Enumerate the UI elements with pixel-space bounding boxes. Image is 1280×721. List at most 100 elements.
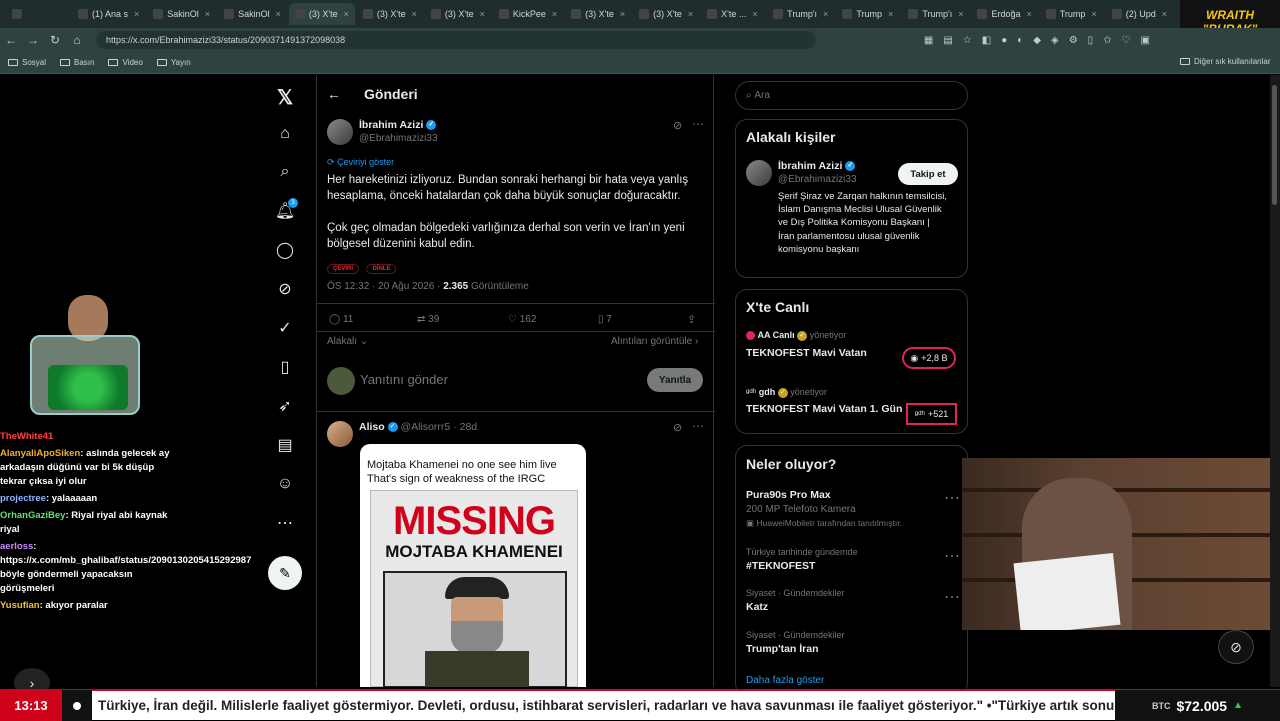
browser-tab[interactable]: Trump'ı × [902, 3, 969, 25]
show-more-link[interactable]: Daha fazla göster [746, 675, 824, 686]
translate-chip[interactable]: ÇEVİRİ [327, 264, 360, 274]
grok-icon[interactable]: ⊘ [673, 119, 682, 132]
browser-tab[interactable]: (3) X'te × [288, 3, 355, 25]
x-logo-icon[interactable]: 𝕏 [272, 84, 298, 110]
browser-tab[interactable]: Erdoğa × [971, 3, 1037, 25]
close-icon[interactable]: × [688, 9, 693, 19]
browser-tab[interactable]: Trump'ı × [767, 3, 834, 25]
follow-button[interactable]: Takip et [898, 163, 958, 185]
browser-tab[interactable]: (3) X'te × [425, 3, 491, 25]
trend-item[interactable]: Siyaset · Gündemdekiler Katz [746, 588, 845, 613]
live-listeners[interactable]: ◉ +2,8 B [902, 347, 956, 369]
scrollbar-thumb[interactable] [1272, 85, 1277, 205]
close-icon[interactable]: × [134, 9, 139, 19]
compose-button[interactable]: ✎ [268, 556, 302, 590]
home-icon[interactable]: ⌂ [272, 121, 298, 147]
live-host-row[interactable]: AA Canlı ✓ yönetiyor [746, 330, 846, 341]
translate-link[interactable]: ⟳ Çeviriyi göster [327, 157, 394, 168]
share-icon[interactable]: ⇪ [687, 313, 696, 326]
reply-input[interactable]: Yanıtını gönder [360, 372, 448, 387]
url-field[interactable]: https://x.com/Ebrahimazizi33/status/2090… [96, 31, 816, 49]
favorites-icon[interactable]: ✩ [1103, 35, 1111, 46]
chat-username[interactable]: aerloss [0, 541, 33, 552]
more-options-icon[interactable]: ⋯ [944, 587, 960, 607]
extension-icon[interactable]: ◆ [1033, 35, 1041, 46]
live-title[interactable]: TEKNOFEST Mavi Vatan [746, 347, 867, 359]
reply-action[interactable]: ◯ 11 [329, 314, 353, 325]
browser-tab[interactable]: (3) X'te × [633, 3, 699, 25]
repost-action[interactable]: ⇄ 39 [417, 314, 439, 325]
browser-tab[interactable] [6, 3, 70, 25]
extension-icon[interactable]: ▦ [924, 35, 933, 46]
browser-tab[interactable]: (1) Ana s × [72, 3, 145, 25]
reply-author-row[interactable]: Aliso ✓ @Alisorrr5 · 28d [359, 421, 477, 433]
chat-username[interactable]: OrhanGaziBey [0, 510, 65, 521]
reply-image[interactable]: Mojtaba Khamenei no one see him live Tha… [360, 444, 586, 687]
premium-icon[interactable]: ✓ [272, 315, 298, 341]
forward-icon[interactable]: → [22, 33, 44, 47]
author-name-row[interactable]: İbrahim Azizi ✓ [359, 119, 437, 131]
lists-icon[interactable]: ▤ [272, 432, 298, 458]
trend-item[interactable]: Pura90s Pro Max 200 MP Telefoto Kamera ▣… [746, 489, 902, 529]
trend-item[interactable]: Türkiye tarihinde gündemde #TEKNOFEST [746, 547, 858, 572]
more-options-icon[interactable]: ⋯ [944, 546, 960, 566]
browser-tab[interactable]: SakinOl × [218, 3, 287, 25]
browser-tab[interactable]: (2) Upd × [1106, 3, 1173, 25]
rocket-icon[interactable]: ➶ [272, 393, 298, 419]
close-icon[interactable]: × [1091, 9, 1096, 19]
more-options-icon[interactable]: ⋯ [692, 117, 704, 131]
close-icon[interactable]: × [1162, 9, 1167, 19]
like-action[interactable]: ♡ 162 [508, 314, 536, 325]
close-icon[interactable]: × [888, 9, 893, 19]
close-icon[interactable]: × [752, 9, 757, 19]
close-icon[interactable]: × [412, 9, 417, 19]
close-icon[interactable]: × [823, 9, 828, 19]
avatar[interactable] [327, 119, 353, 145]
browser-tab[interactable]: Trump × [1040, 3, 1104, 25]
grok-float-icon[interactable]: ⊘ [1218, 630, 1254, 664]
extension-icon[interactable]: ◧ [982, 35, 991, 46]
home-icon[interactable]: ⌂ [66, 33, 88, 47]
bookmark-folder[interactable]: Basın [60, 58, 94, 67]
listen-chip[interactable]: DİNLE [366, 264, 397, 274]
close-icon[interactable]: × [205, 9, 210, 19]
chat-username[interactable]: Yusufian [0, 600, 40, 611]
close-icon[interactable]: × [958, 9, 963, 19]
sort-dropdown[interactable]: Alakalı ⌄ [327, 336, 368, 347]
other-bookmarks[interactable]: Diğer sık kullanılanlar [1180, 57, 1270, 66]
heart-icon[interactable]: ♡ [1122, 35, 1131, 46]
chat-username[interactable]: projectree [0, 493, 46, 504]
post-timestamp[interactable]: ÖS 12:32 · 20 Ağu 2026 · [327, 281, 440, 292]
more-icon[interactable]: ⋯ [272, 510, 298, 536]
bookmark-action[interactable]: ▯ 7 [598, 314, 612, 325]
reply-avatar[interactable] [327, 421, 353, 447]
reply-button[interactable]: Yanıtla [647, 368, 703, 392]
grok-icon[interactable]: ⊘ [272, 276, 298, 302]
reader-icon[interactable]: ▤ [943, 35, 952, 46]
close-icon[interactable]: × [1027, 9, 1032, 19]
browser-tab[interactable]: X'te ... × [701, 3, 765, 25]
search-box[interactable]: ⌕ Ara [735, 81, 968, 110]
extension-icon[interactable]: ◐ [1017, 35, 1023, 46]
close-icon[interactable]: × [552, 9, 557, 19]
scrollbar[interactable] [1270, 75, 1280, 687]
browser-tab[interactable]: Trump × [836, 3, 900, 25]
browser-tab[interactable]: (3) X'te × [357, 3, 423, 25]
close-icon[interactable]: × [620, 9, 625, 19]
chat-username[interactable]: AlanyaliApoSiken [0, 448, 80, 459]
bookmark-folder[interactable]: Yayın [156, 58, 191, 67]
settings-icon[interactable]: ⚙ [1069, 35, 1078, 46]
extension-icon[interactable]: ◈ [1051, 35, 1059, 46]
bookmarks-icon[interactable]: ▯ [272, 354, 298, 380]
trend-item[interactable]: Siyaset · Gündemdekiler Trump'tan İran [746, 630, 845, 655]
person-name-row[interactable]: İbrahim Azizi ✓ [778, 160, 856, 172]
grok-icon[interactable]: ⊘ [673, 421, 682, 434]
live-host-row[interactable]: ᵍᵈʰ gdh ✓ yönetiyor [746, 387, 827, 398]
my-avatar[interactable] [327, 367, 355, 395]
bookmark-folder[interactable]: Video [108, 58, 143, 67]
reload-icon[interactable]: ↻ [44, 33, 66, 47]
browser-tab[interactable]: KickPee × [493, 3, 563, 25]
notifications-icon[interactable]: 🔔︎ 3 [272, 198, 298, 224]
author-handle[interactable]: @Ebrahimazizi33 [359, 133, 438, 144]
view-quotes-link[interactable]: Alıntıları görüntüle › [611, 336, 698, 347]
